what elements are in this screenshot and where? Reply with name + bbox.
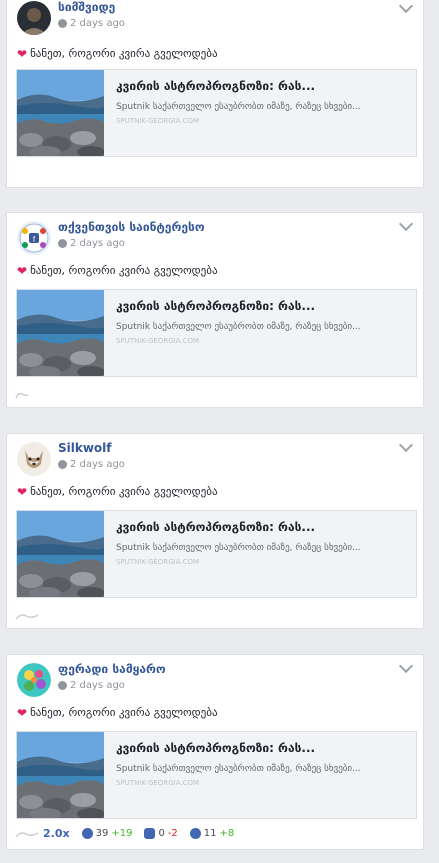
link-title[interactable]: კვირის ასტროპროგნოზი: რას... [116,299,315,313]
post-meta: 2 days ago [58,18,125,29]
link-title[interactable]: კვირის ასტროპროგნოზი: რას... [116,79,315,93]
link-description: Sputnik საქართველო ესაუბრობთ იმაზე, რაზე… [116,543,361,553]
post-text: ❤ ნანეთ, როგორი კვირა გველოდება [17,47,218,60]
avatar[interactable] [17,442,51,476]
link-preview[interactable]: კვირის ასტროპროგნოზი: რას... Sputnik საქ… [16,510,417,598]
reactions-count: 39 [95,828,109,839]
comment-icon [144,828,156,839]
post-time[interactable]: 2 days ago [70,459,125,470]
link-description: Sputnik საქართველო ესაუბრობთ იმაზე, რაზე… [116,102,361,112]
post-text-content: ნანეთ, როგორი კვირა გველოდება [30,485,218,498]
link-thumbnail [17,70,104,156]
avatar[interactable] [17,663,51,697]
globe-icon [58,19,67,28]
trend-sparkline-icon [15,614,39,620]
post-card: სიმშვიდე 2 days ago ❤ ნანეთ, როგორი კვირ… [6,0,424,188]
heart-icon: ❤ [17,263,28,278]
chevron-down-icon[interactable] [398,216,414,232]
link-description: Sputnik საქართველო ესაუბრობთ იმაზე, რაზე… [116,322,361,332]
post-text-content: ნანეთ, როგორი კვირა გველოდება [30,47,218,60]
link-thumbnail [17,290,104,376]
post-text-content: ნანეთ, როგორი კვირა გველოდება [30,706,218,719]
link-domain: SPUTNIK-GEORGIA.COM [116,558,200,566]
post-text: ❤ ნანეთ, როგორი კვირა გველოდება [17,485,218,498]
globe-icon [58,460,67,469]
link-domain: SPUTNIK-GEORGIA.COM [116,779,200,787]
post-text: ❤ ნანეთ, როგორი კვირა გველოდება [17,706,218,719]
link-thumbnail [17,511,104,597]
avatar[interactable]: f [17,221,51,255]
post-text-content: ნანეთ, როგორი კვირა გველოდება [30,264,218,277]
shares-stat[interactable]: 11 +8 [189,828,235,839]
post-meta: 2 days ago [58,680,125,691]
link-description: Sputnik საქართველო ესაუბრობთ იმაზე, რაზე… [116,764,361,774]
performance-multiplier: 2.0x [43,827,70,840]
author-name[interactable]: თქვენთვის საინტერესო [58,220,205,234]
post-time[interactable]: 2 days ago [70,238,125,249]
avatar[interactable] [17,1,51,35]
heart-icon: ❤ [17,46,28,61]
chevron-down-icon[interactable] [398,658,414,674]
globe-icon [58,239,67,248]
globe-icon [58,681,67,690]
share-icon [189,828,201,839]
post-card: f თქვენთვის საინტერესო 2 days ago ❤ ნანე… [6,212,424,408]
link-title[interactable]: კვირის ასტროპროგნოზი: რას... [116,520,315,534]
author-name[interactable]: ფერადი სამყარო [58,662,166,676]
link-preview[interactable]: კვირის ასტროპროგნოზი: რას... Sputnik საქ… [16,289,417,377]
post-stats: 2.0x 39 +19 0 -2 11 +8 [15,827,246,840]
heart-icon: ❤ [17,705,28,720]
link-domain: SPUTNIK-GEORGIA.COM [116,337,200,345]
comments-count: 0 [158,828,165,839]
link-domain: SPUTNIK-GEORGIA.COM [116,117,200,125]
reactions-delta: +19 [111,828,133,839]
shares-count: 11 [203,828,217,839]
post-time[interactable]: 2 days ago [70,680,125,691]
link-preview[interactable]: კვირის ასტროპროგნოზი: რას... Sputnik საქ… [16,69,417,157]
post-meta: 2 days ago [58,459,125,470]
post-card: Silkwolf 2 days ago ❤ ნანეთ, როგორი კვირ… [6,433,424,629]
chevron-down-icon[interactable] [398,437,414,453]
author-name[interactable]: Silkwolf [58,441,112,455]
link-title[interactable]: კვირის ასტროპროგნოზი: რას... [116,741,315,755]
link-thumbnail [17,732,104,818]
post-meta: 2 days ago [58,238,125,249]
post-text: ❤ ნანეთ, როგორი კვირა გველოდება [17,264,218,277]
author-name[interactable]: სიმშვიდე [58,0,115,14]
chevron-down-icon[interactable] [398,0,414,14]
reactions-stat[interactable]: 39 +19 [81,828,133,839]
heart-icon: ❤ [17,484,28,499]
comments-stat[interactable]: 0 -2 [144,828,178,839]
trend-sparkline-icon [15,831,39,837]
post-time[interactable]: 2 days ago [70,18,125,29]
post-card: ფერადი სამყარო 2 days ago ❤ ნანეთ, როგორ… [6,654,424,850]
comments-delta: -2 [167,828,178,839]
link-preview[interactable]: კვირის ასტროპროგნოზი: რას... Sputnik საქ… [16,731,417,819]
reaction-icon [81,828,93,839]
trend-sparkline-icon [15,392,29,399]
shares-delta: +8 [219,828,235,839]
